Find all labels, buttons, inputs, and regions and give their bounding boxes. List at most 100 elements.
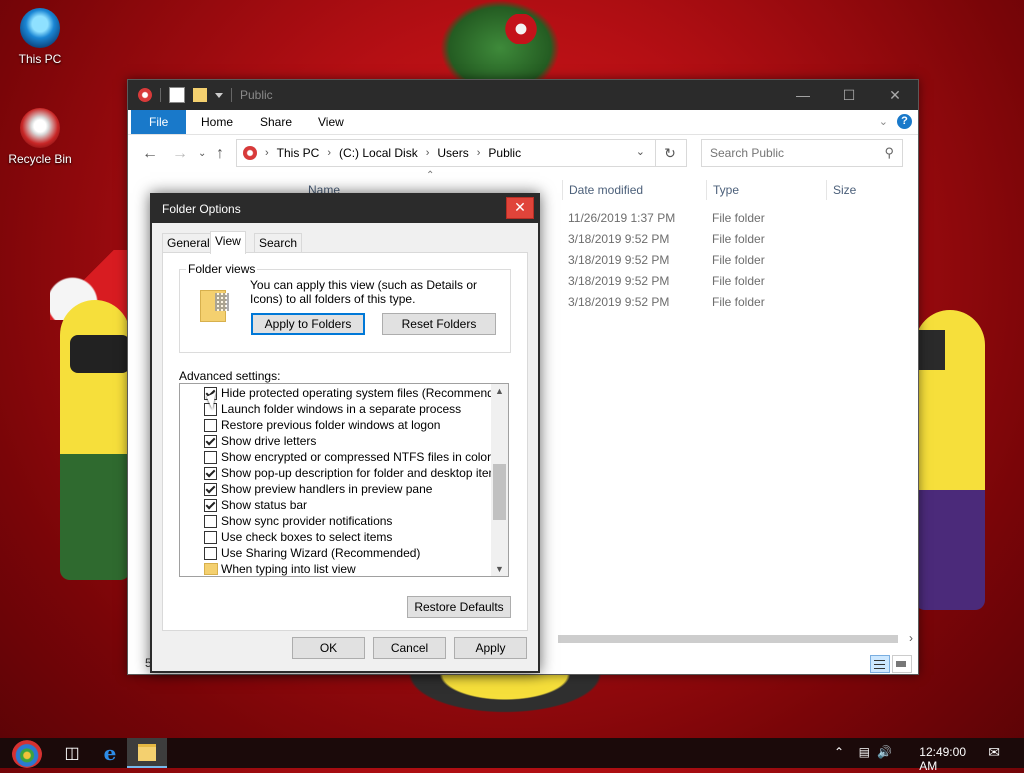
show-hidden-icons-icon[interactable]: ⌃ [834, 745, 844, 759]
new-folder-icon[interactable] [193, 88, 207, 102]
refresh-button[interactable]: ↻ [654, 139, 687, 167]
folder-views-description: You can apply this view (such as Details… [250, 278, 478, 306]
dialog-titlebar[interactable]: Folder Options ✕ [152, 195, 538, 223]
chevron-down-icon[interactable]: ⌄ [879, 115, 888, 128]
tab-view[interactable]: View [303, 110, 359, 134]
view-tab-panel: Folder views You can apply this view (su… [162, 252, 528, 631]
cancel-button[interactable]: Cancel [373, 637, 446, 659]
scrollbar-track[interactable] [558, 635, 898, 643]
setting-label: When typing into list view [221, 562, 356, 576]
row-type: File folder [712, 295, 765, 309]
column-date-modified[interactable]: Date modified [562, 180, 643, 200]
network-icon[interactable]: ▤ [859, 745, 870, 759]
taskbar: ◫ e ⌃ ▤ 🔊 12:49:00 AM ✉ [0, 738, 1024, 773]
recent-locations-icon[interactable]: ⌄ [198, 148, 206, 159]
window-title: Public [240, 88, 273, 102]
checkbox[interactable] [204, 547, 217, 560]
computer-icon [20, 8, 60, 48]
edge-button[interactable]: e [90, 738, 130, 768]
customize-toolbar-icon[interactable] [215, 92, 223, 98]
apply-button[interactable]: Apply [454, 637, 527, 659]
dialog-close-button[interactable]: ✕ [506, 197, 534, 219]
action-center-icon[interactable]: ✉ [988, 744, 1000, 761]
ok-button[interactable]: OK [292, 637, 365, 659]
search-input[interactable] [708, 140, 872, 166]
large-icons-view-button[interactable] [892, 655, 912, 673]
maximize-button[interactable]: ☐ [826, 80, 872, 110]
dialog-title: Folder Options [162, 202, 241, 216]
breadcrumb-this-pc[interactable]: This PC [277, 146, 320, 160]
checkbox[interactable] [204, 435, 217, 448]
checkbox[interactable] [204, 451, 217, 464]
clock[interactable]: 12:49:00 AM [919, 745, 966, 773]
edge-icon: e [103, 741, 117, 765]
setting-label: Hide protected operating system files (R… [221, 386, 509, 400]
explorer-titlebar[interactable]: Public — ☐ ✕ [128, 80, 918, 110]
table-row[interactable]: 3/18/2019 9:52 PM File folder [562, 271, 902, 292]
start-button[interactable] [12, 740, 42, 768]
tab-file[interactable]: File [131, 110, 187, 134]
minimize-button[interactable]: — [780, 80, 826, 110]
row-date: 3/18/2019 9:52 PM [568, 232, 670, 246]
checkbox[interactable] [204, 467, 217, 480]
tab-view[interactable]: View [210, 231, 246, 254]
address-bar[interactable]: › This PC › (C:) Local Disk › Users › Pu… [236, 139, 656, 167]
scrollbar-thumb[interactable] [493, 464, 506, 520]
checkbox[interactable] [204, 499, 217, 512]
app-icon[interactable] [138, 88, 152, 102]
forward-arrow-icon[interactable]: → [172, 145, 188, 163]
setting-label: Show status bar [221, 498, 308, 512]
tab-general[interactable]: General [162, 233, 215, 253]
scroll-down-icon[interactable]: ▼ [495, 564, 504, 574]
horizontal-scrollbar[interactable]: › [558, 631, 913, 645]
refresh-icon: ↻ [664, 144, 676, 161]
checkbox[interactable] [204, 515, 217, 528]
column-type[interactable]: Type [706, 180, 739, 200]
checkbox[interactable] [204, 531, 217, 544]
advanced-settings-list[interactable]: Hide protected operating system files (R… [179, 383, 509, 577]
tab-share[interactable]: Share [245, 110, 307, 134]
desktop-icon-recycle-bin[interactable]: Recycle Bin [0, 108, 80, 166]
close-button[interactable]: ✕ [872, 80, 918, 110]
tab-search[interactable]: Search [254, 233, 303, 253]
table-row[interactable]: 3/18/2019 9:52 PM File folder [562, 229, 902, 250]
task-view-button[interactable]: ◫ [52, 738, 92, 768]
table-row[interactable]: 3/18/2019 9:52 PM File folder [562, 250, 902, 271]
up-arrow-icon[interactable]: ↑ [216, 145, 224, 163]
file-explorer-button[interactable] [127, 738, 167, 768]
setting-label: Show sync provider notifications [221, 514, 393, 528]
search-box[interactable]: ⚲ [701, 139, 903, 167]
column-size[interactable]: Size [826, 180, 856, 200]
scroll-right-icon[interactable]: › [909, 631, 913, 645]
table-row[interactable]: 3/18/2019 9:52 PM File folder [562, 292, 902, 313]
setting-label: Use Sharing Wizard (Recommended) [221, 546, 421, 560]
row-type: File folder [712, 211, 765, 225]
breadcrumb-public[interactable]: Public [488, 146, 521, 160]
sort-ascending-icon: ⌃ [426, 170, 435, 181]
tab-home[interactable]: Home [186, 110, 248, 134]
back-arrow-icon[interactable]: ← [142, 145, 158, 163]
vertical-scrollbar[interactable]: ▲ ▼ [491, 384, 508, 576]
breadcrumb-separator-icon[interactable]: › [426, 147, 430, 159]
address-dropdown-icon[interactable]: ⌄ [636, 145, 645, 158]
minimize-icon: — [796, 87, 810, 103]
restore-defaults-button[interactable]: Restore Defaults [407, 596, 511, 618]
breadcrumb-separator-icon[interactable]: › [327, 147, 331, 159]
reset-folders-button[interactable]: Reset Folders [382, 313, 496, 335]
setting-label: Restore previous folder windows at logon [221, 418, 441, 432]
checkbox[interactable] [204, 419, 217, 432]
details-view-button[interactable] [870, 655, 890, 673]
scroll-up-icon[interactable]: ▲ [495, 386, 504, 396]
apply-to-folders-button[interactable]: Apply to Folders [251, 313, 365, 335]
properties-icon[interactable] [169, 87, 185, 103]
breadcrumb-separator-icon[interactable]: › [477, 147, 481, 159]
table-row[interactable]: 11/26/2019 1:37 PM File folder [562, 208, 902, 229]
checkbox[interactable] [204, 483, 217, 496]
bow-decoration [500, 14, 542, 44]
desktop-icon-this-pc[interactable]: This PC [0, 8, 80, 66]
breadcrumb-users[interactable]: Users [437, 146, 468, 160]
volume-icon[interactable]: 🔊 [877, 745, 892, 759]
help-icon[interactable]: ? [897, 114, 912, 129]
breadcrumb-local-disk[interactable]: (C:) Local Disk [339, 146, 418, 160]
close-icon: ✕ [889, 86, 901, 103]
